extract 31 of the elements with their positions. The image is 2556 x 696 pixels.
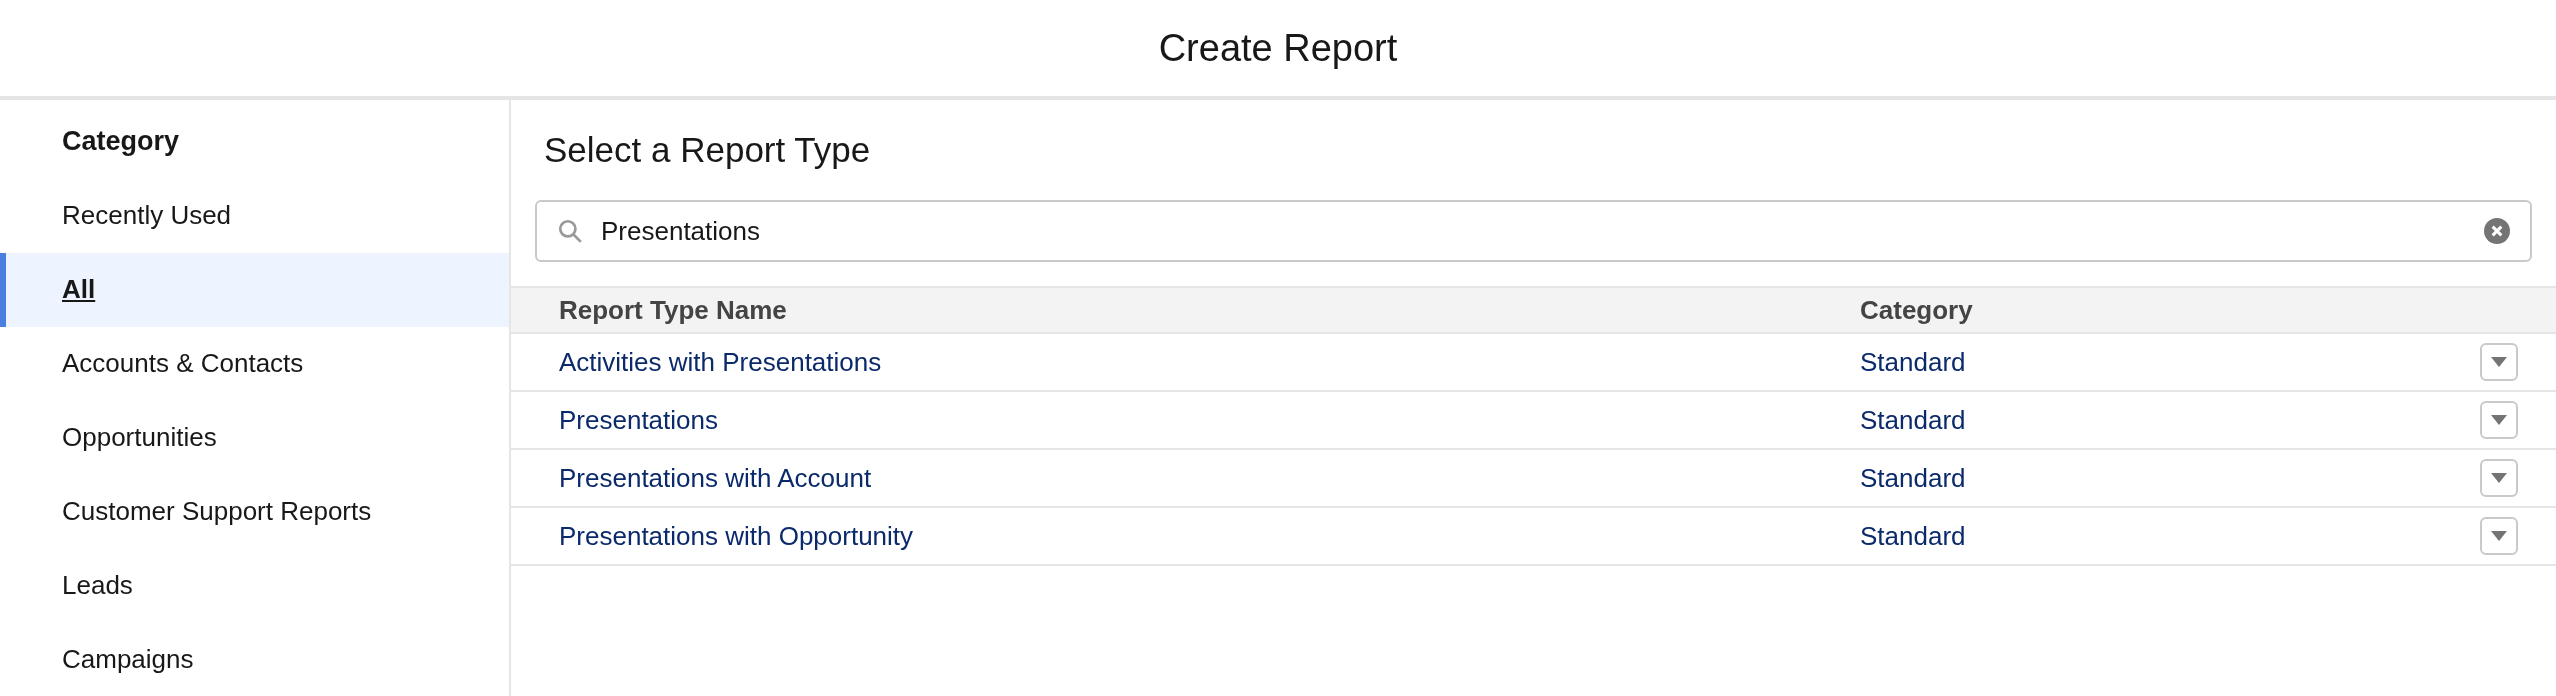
- dialog-title: Create Report: [1158, 25, 1398, 71]
- caret-icon: [2491, 473, 2507, 483]
- category-cell-text: Standard: [1860, 345, 1967, 379]
- sidebar-item[interactable]: Recently Used: [0, 178, 509, 253]
- caret-icon: [2491, 357, 2507, 367]
- row-menu-button[interactable]: [2480, 401, 2518, 439]
- row-menu-button[interactable]: [2480, 343, 2518, 381]
- sidebar-item[interactable]: Campaigns: [0, 622, 509, 696]
- report-type-link[interactable]: Presentations with Account: [559, 458, 1860, 498]
- sidebar-heading: Category: [62, 125, 180, 159]
- sidebar-item[interactable]: Accounts & Contacts: [0, 326, 509, 401]
- report-type-link[interactable]: Presentations with Opportunity: [559, 516, 1860, 556]
- row-menu-button[interactable]: [2480, 517, 2518, 555]
- search-field[interactable]: Presentations: [535, 200, 2532, 262]
- caret-icon: [2491, 531, 2507, 541]
- category-cell-text: Standard: [1860, 403, 1967, 437]
- category-cell-text: Standard: [1860, 519, 1967, 553]
- search-icon: [557, 218, 583, 244]
- caret-icon: [2491, 415, 2507, 425]
- column-header: Report Type Name: [559, 293, 788, 327]
- report-type-link[interactable]: Presentations: [559, 400, 1860, 440]
- category-cell-text: Standard: [1860, 461, 1967, 495]
- section-heading: Select a Report Type: [544, 128, 871, 171]
- sidebar-item[interactable]: All: [0, 252, 509, 327]
- row-menu-button[interactable]: [2480, 459, 2518, 497]
- sidebar-item[interactable]: Leads: [0, 548, 509, 623]
- sidebar-item[interactable]: Customer Support Reports: [0, 474, 509, 549]
- clear-icon[interactable]: [2484, 218, 2510, 244]
- report-type-link[interactable]: Activities with Presentations: [559, 342, 1860, 382]
- sidebar-item[interactable]: Opportunities: [0, 400, 509, 475]
- column-header: Category: [1860, 293, 1973, 327]
